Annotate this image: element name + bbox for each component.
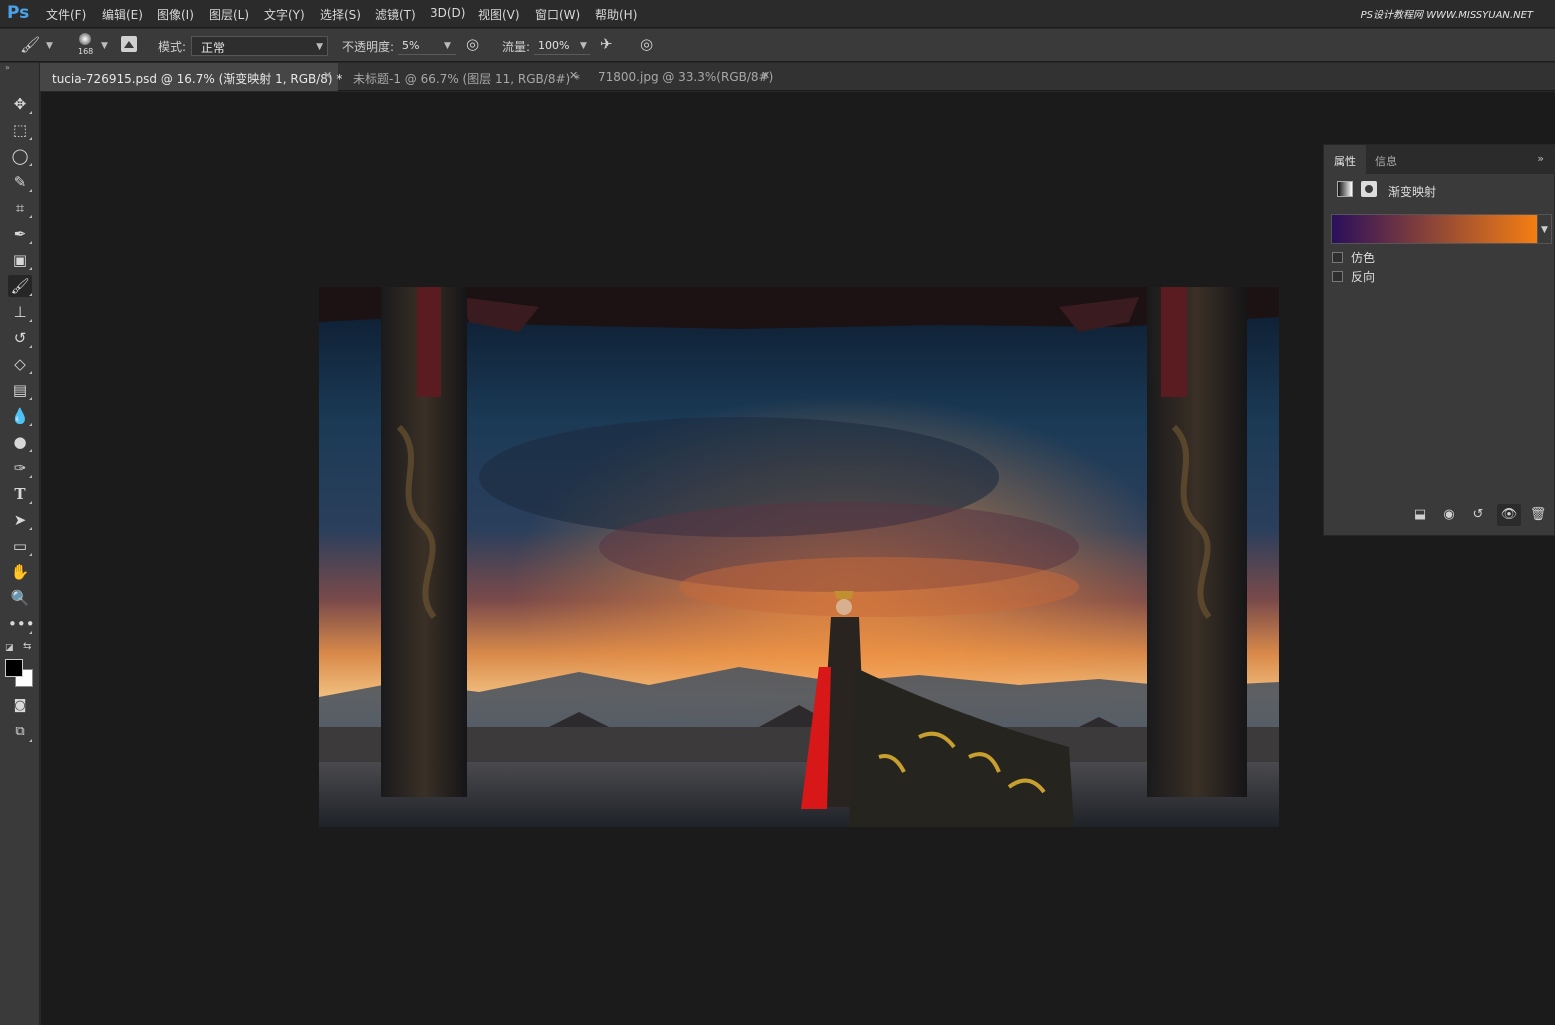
eyedropper-tool[interactable]: ✒ [8,223,32,245]
hand-tool[interactable]: ✋ [8,561,32,583]
mode-select[interactable]: 正常 ▼ [191,36,328,56]
document-tabs: tucia-726915.psd @ 16.7% (渐变映射 1, RGB/8)… [40,63,1555,91]
quick-mask-icon[interactable]: ◙ [8,695,32,717]
view-previous-icon[interactable]: ◉ [1437,504,1461,526]
photoshop-window: Ps 文件(F) 编辑(E) 图像(I) 图层(L) 文字(Y) 选择(S) 滤… [0,0,1555,1025]
frame-tool[interactable]: ▣ [8,249,32,271]
brush-panel-icon[interactable] [121,36,137,52]
properties-footer: ⬓ ◉ ↺ 👁 🗑 [1324,501,1554,529]
history-brush-tool[interactable]: ↺ [8,327,32,349]
chevron-down-icon[interactable]: ▼ [46,41,53,51]
tab-document-2[interactable]: 未标题-1 @ 66.7% (图层 11, RGB/8#) * ✕ [341,63,583,91]
reset-icon[interactable]: ↺ [1466,504,1490,526]
properties-tabs: 属性 信息 » [1324,145,1555,174]
stamp-tool[interactable]: ⊥ [8,301,32,323]
menu-layer[interactable]: 图层(L) [209,6,249,23]
tab-document-3[interactable]: 71800.jpg @ 33.3%(RGB/8#) ✕ [586,63,776,91]
path-selection-tool[interactable]: ➤ [8,509,32,531]
airbrush-icon[interactable]: ✈ [600,35,613,53]
menu-view[interactable]: 视图(V) [478,6,520,23]
menu-image[interactable]: 图像(I) [157,6,194,23]
dither-checkbox[interactable] [1332,252,1343,263]
brush-preset-icon[interactable]: 🖌 [20,35,40,54]
close-icon[interactable]: ✕ [761,69,770,82]
adjustment-name: 渐变映射 [1388,185,1437,199]
more-tools[interactable]: ••• [8,613,35,635]
menu-window[interactable]: 窗口(W) [535,6,580,23]
menu-type[interactable]: 文字(Y) [264,6,305,23]
crop-tool[interactable]: ⌗ [8,197,32,219]
menu-select[interactable]: 选择(S) [320,6,361,23]
document-canvas-image[interactable] [319,287,1279,827]
chevron-down-icon[interactable]: ▼ [444,41,451,51]
menu-bar: Ps 文件(F) 编辑(E) 图像(I) 图层(L) 文字(Y) 选择(S) 滤… [0,0,1555,28]
move-tool[interactable]: ✥ [8,93,32,115]
tab-label: 未标题-1 @ 66.7% (图层 11, RGB/8#) * [353,72,581,86]
flow-label: 流量: [502,40,531,54]
properties-panel: 属性 信息 » 渐变映射 ▼ 仿色 反向 ⬓ ◉ ↺ 👁 🗑 [1323,144,1555,536]
pressure-opacity-icon[interactable]: ◎ [466,35,479,53]
menu-help[interactable]: 帮助(H) [595,6,637,23]
menu-filter[interactable]: 滤镜(T) [375,6,416,23]
menu-3d[interactable]: 3D(D) [430,6,465,20]
quick-selection-tool[interactable]: ✎ [8,171,32,193]
layer-mask-icon[interactable] [1361,181,1377,197]
menu-edit[interactable]: 编辑(E) [102,6,143,23]
type-tool[interactable]: T [8,483,32,505]
foreground-color-swatch[interactable] [5,659,23,677]
mode-label: 模式: [158,40,187,54]
screen-mode-icon[interactable]: ⧉ [8,721,32,743]
dither-label: 仿色 [1351,251,1376,265]
pressure-size-icon[interactable]: ◎ [640,35,653,53]
dither-option[interactable]: 仿色 [1332,249,1375,266]
rectangle-tool[interactable]: ▭ [8,535,32,557]
site-watermark: PS设计教程网 WWW.MISSYUAN.NET [1360,10,1533,21]
visibility-eye-icon[interactable]: 👁 [1497,504,1521,526]
tools-panel: » ✥ ⬚ ◯ ✎ ⌗ ✒ ▣ 🖌 ⊥ ↺ ◇ ▤ 💧 ● ✑ T ➤ ▭ ✋ … [0,63,40,1025]
panel-menu-icon[interactable]: » [1537,152,1544,165]
reverse-checkbox[interactable] [1332,271,1343,282]
close-icon[interactable]: ✕ [323,69,332,82]
chevron-down-icon: ▼ [316,42,323,52]
gradient-tool[interactable]: ▤ [8,379,32,401]
tab-label: 71800.jpg @ 33.3%(RGB/8#) [598,70,774,84]
reverse-option[interactable]: 反向 [1332,268,1375,285]
tab-document-1[interactable]: tucia-726915.psd @ 16.7% (渐变映射 1, RGB/8)… [40,63,342,91]
palace-sunset-photo [319,287,1279,827]
menu-file[interactable]: 文件(F) [46,6,86,23]
brush-tip-icon[interactable] [79,33,91,45]
opacity-label: 不透明度: [342,40,395,54]
blur-tool[interactable]: 💧 [8,405,32,427]
pen-tool[interactable]: ✑ [8,457,32,479]
reverse-label: 反向 [1351,270,1376,284]
zoom-tool[interactable]: 🔍 [8,587,32,609]
collapse-icon[interactable]: » [5,63,10,72]
chevron-down-icon[interactable]: ▼ [580,41,587,51]
swap-colors-icon[interactable]: ⇆ [23,641,31,652]
close-icon[interactable]: ✕ [569,69,578,82]
dodge-tool[interactable]: ● [8,431,32,453]
ps-logo: Ps [7,3,30,23]
default-colors-icon[interactable]: ◪ [5,643,14,653]
tab-label: tucia-726915.psd @ 16.7% (渐变映射 1, RGB/8)… [52,72,343,86]
brush-size-value: 168 [78,47,94,56]
eraser-tool[interactable]: ◇ [8,353,32,375]
chevron-down-icon[interactable]: ▼ [1538,214,1552,244]
chevron-down-icon[interactable]: ▼ [101,41,108,51]
trash-icon[interactable]: 🗑 [1526,504,1550,526]
gradient-map-icon [1337,181,1353,197]
clip-to-layer-icon[interactable]: ⬓ [1408,504,1432,526]
lasso-tool[interactable]: ◯ [8,145,32,167]
tab-properties[interactable]: 属性 [1324,145,1366,174]
marquee-tool[interactable]: ⬚ [8,119,32,141]
mode-value: 正常 [201,41,226,55]
tab-info[interactable]: 信息 [1365,145,1407,174]
brush-tool[interactable]: 🖌 [8,275,32,297]
gradient-preview[interactable] [1331,214,1538,244]
